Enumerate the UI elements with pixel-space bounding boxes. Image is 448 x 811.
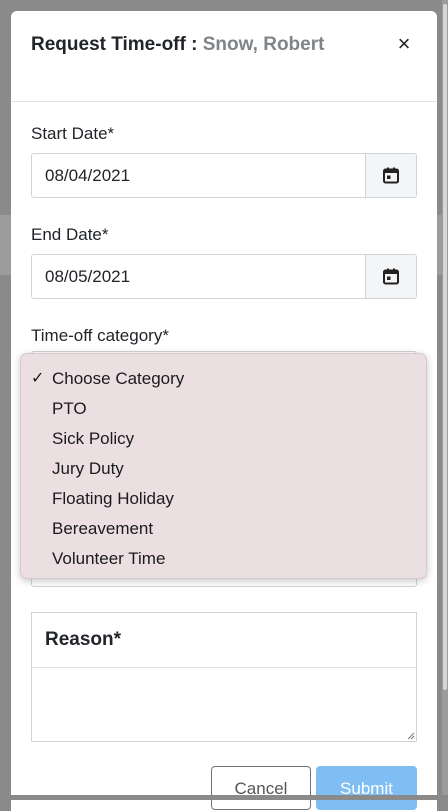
category-label: Time-off category* — [31, 326, 169, 345]
bottom-edge — [0, 795, 448, 800]
category-option-choose[interactable]: ✓ Choose Category — [21, 364, 426, 394]
start-date-calendar-button[interactable] — [365, 154, 416, 197]
end-date-calendar-button[interactable] — [365, 255, 416, 298]
reason-panel: Reason* — [31, 612, 417, 742]
modal-title-text: Request Time-off : — [31, 34, 203, 55]
reason-label: Reason* — [32, 613, 416, 668]
end-date-label: End Date* — [31, 225, 109, 244]
category-dropdown-menu: ✓ Choose Category PTO Sick Policy Jury D… — [20, 353, 427, 579]
resize-handle-icon[interactable] — [407, 732, 415, 740]
close-icon[interactable]: × — [393, 31, 415, 57]
option-label: Volunteer Time — [52, 549, 166, 568]
start-date-input[interactable]: 08/04/2021 — [32, 154, 365, 197]
option-label: Sick Policy — [52, 429, 135, 448]
employee-name: Snow, Robert — [202, 34, 325, 55]
end-date-input[interactable]: 08/05/2021 — [32, 255, 365, 298]
option-label: Choose Category — [52, 369, 185, 388]
option-label: Bereavement — [52, 519, 154, 538]
option-label: Floating Holiday — [52, 489, 174, 508]
request-timeoff-modal: Request Time-off : Snow, Robert × Start … — [11, 11, 437, 811]
category-option-floating-holiday[interactable]: Floating Holiday — [21, 484, 426, 514]
category-option-volunteer-time[interactable]: Volunteer Time — [21, 544, 426, 574]
modal-header: Request Time-off : Snow, Robert × — [11, 11, 437, 102]
cancel-button[interactable]: Cancel — [211, 766, 311, 810]
end-date-field: 08/05/2021 — [31, 254, 417, 299]
option-label: PTO — [52, 399, 87, 418]
category-option-bereavement[interactable]: Bereavement — [21, 514, 426, 544]
option-label: Jury Duty — [52, 459, 124, 478]
modal-title: Request Time-off : Snow, Robert — [31, 32, 361, 57]
page-scrollbar[interactable] — [442, 0, 448, 800]
category-option-jury-duty[interactable]: Jury Duty — [21, 454, 426, 484]
calendar-icon — [383, 167, 399, 184]
start-date-field: 08/04/2021 — [31, 153, 417, 198]
category-option-sick-policy[interactable]: Sick Policy — [21, 424, 426, 454]
reason-textarea[interactable] — [32, 668, 416, 741]
category-option-pto[interactable]: PTO — [21, 394, 426, 424]
start-date-label: Start Date* — [31, 124, 115, 143]
submit-button[interactable]: Submit — [316, 766, 417, 810]
scrollbar-thumb[interactable] — [443, 4, 447, 690]
calendar-icon — [383, 268, 399, 285]
check-icon: ✓ — [31, 370, 45, 387]
